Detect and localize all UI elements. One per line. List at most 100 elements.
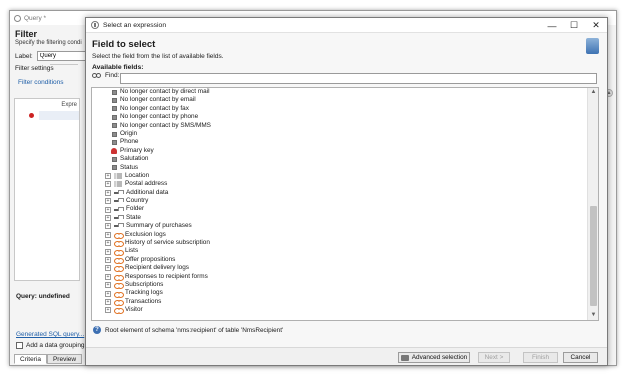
expand-icon[interactable]: + xyxy=(105,257,111,263)
tree-item[interactable]: + Visitor xyxy=(92,306,587,315)
tab-preview[interactable]: Preview xyxy=(46,354,83,364)
tab-criteria[interactable]: Criteria xyxy=(14,354,47,364)
tree-item[interactable]: + Location xyxy=(92,172,587,180)
expand-icon[interactable]: + xyxy=(105,173,111,180)
maximize-icon[interactable]: ☐ xyxy=(563,18,585,33)
tree-item[interactable]: + Tracking logs xyxy=(92,289,587,298)
field-icon xyxy=(112,156,117,162)
tree-item-label: Exclusion logs xyxy=(125,230,166,238)
cancel-button[interactable]: Cancel xyxy=(563,352,598,363)
collection-link-icon xyxy=(114,249,124,256)
field-icon xyxy=(112,165,117,171)
expand-icon[interactable]: + xyxy=(105,307,111,314)
tree-item[interactable]: + Responses to recipient forms xyxy=(92,273,587,281)
tree-item[interactable]: Salutation xyxy=(92,155,587,163)
tree-item[interactable]: + History of service subscription xyxy=(92,239,587,248)
tree-item-label: State xyxy=(126,213,141,221)
expand-icon[interactable]: + xyxy=(105,198,111,205)
next-button[interactable]: Next > xyxy=(478,352,510,363)
tree-item[interactable]: + Offer propositions xyxy=(92,256,587,264)
close-icon[interactable]: ✕ xyxy=(585,18,607,33)
expand-icon[interactable]: + xyxy=(105,265,111,272)
tree-item[interactable]: + Lists xyxy=(92,247,587,256)
dialog-titlebar: Select an expression — ☐ ✕ xyxy=(86,18,607,33)
expand-icon[interactable]: + xyxy=(105,215,111,222)
expand-icon[interactable]: + xyxy=(105,181,111,188)
expand-icon[interactable]: + xyxy=(105,189,111,196)
tree-item[interactable]: + State xyxy=(92,214,587,222)
expand-icon[interactable]: + xyxy=(105,206,111,213)
tree-item-label: No longer contact by SMS/MMS xyxy=(120,121,211,129)
minimize-icon[interactable]: — xyxy=(541,18,563,33)
tree-item[interactable]: + Subscriptions xyxy=(92,280,587,290)
conditions-panel[interactable]: Expre xyxy=(14,98,80,281)
tree-item[interactable]: + Transactions xyxy=(92,298,587,306)
tree-item[interactable]: No longer contact by direct mail xyxy=(92,88,587,96)
schema-status-row: ? Root element of schema 'nms:recipient'… xyxy=(93,326,283,334)
tree-item-label: No longer contact by fax xyxy=(120,104,189,112)
tree-item[interactable]: + Postal address xyxy=(92,180,587,188)
tree-scrollbar[interactable]: ▲ ▼ xyxy=(587,88,598,320)
collection-link-icon xyxy=(114,232,124,239)
tree-item-label: No longer contact by direct mail xyxy=(120,88,210,95)
tree-item[interactable]: No longer contact by fax xyxy=(92,105,587,113)
tree-item[interactable]: Status xyxy=(92,164,587,172)
tree-item[interactable]: Primary key xyxy=(92,147,587,155)
tree-item-label: Location xyxy=(125,171,150,179)
collection-link-icon xyxy=(114,274,124,281)
tree-item[interactable]: No longer contact by phone xyxy=(92,113,587,121)
tree-item-label: Summary of purchases xyxy=(126,222,192,230)
expand-icon[interactable]: + xyxy=(105,298,111,305)
dialog-footer: Advanced selection Next > Finish Cancel xyxy=(86,347,607,365)
tree-item-label: Responses to recipient forms xyxy=(125,272,208,280)
tree-item[interactable]: No longer contact by email xyxy=(92,96,587,104)
tree-item-label: Salutation xyxy=(120,155,149,163)
expand-icon[interactable]: + xyxy=(105,273,111,280)
tree-item[interactable]: + Exclusion logs xyxy=(92,231,587,239)
sql-link-icon xyxy=(114,198,124,204)
dialog-title: Select an expression xyxy=(103,21,167,29)
dialog-header: Field to select Select the field from th… xyxy=(86,33,607,71)
app-icon xyxy=(91,21,99,29)
tree-item[interactable]: + Summary of purchases xyxy=(92,222,587,230)
schema-status-text: Root element of schema 'nms:recipient' o… xyxy=(105,326,284,334)
expand-icon[interactable]: + xyxy=(105,223,111,230)
tree-item[interactable]: No longer contact by SMS/MMS xyxy=(92,122,587,130)
tree-item-label: Subscriptions xyxy=(125,280,164,288)
scroll-up-arrow-icon[interactable]: ▲ xyxy=(588,88,598,97)
generated-sql-link[interactable]: Generated SQL query... xyxy=(16,331,84,338)
tree-item-label: Lists xyxy=(125,247,139,255)
field-icon xyxy=(112,98,117,104)
tree-item[interactable]: + Recipient delivery logs xyxy=(92,264,587,273)
data-grouping-row[interactable]: Add a data grouping c xyxy=(16,342,90,349)
key-icon xyxy=(111,147,117,154)
tree-item-label: Primary key xyxy=(120,146,154,154)
help-icon: ? xyxy=(93,326,101,334)
fields-tree-list: No longer contact by direct mail No longe… xyxy=(92,88,587,315)
tree-item-label: Origin xyxy=(120,129,138,137)
find-input[interactable] xyxy=(120,73,597,84)
data-grouping-checkbox[interactable] xyxy=(16,342,23,349)
scroll-down-arrow-icon[interactable]: ▼ xyxy=(588,311,598,320)
tree-item[interactable]: Origin xyxy=(92,130,587,138)
tree-item[interactable]: + Additional data xyxy=(92,189,587,197)
expression-column-header: Expre xyxy=(61,102,77,108)
expand-icon[interactable]: + xyxy=(105,240,111,247)
expand-icon[interactable]: + xyxy=(105,231,111,238)
finish-button[interactable]: Finish xyxy=(523,352,558,363)
find-row: Find: xyxy=(92,72,119,79)
advanced-selection-button[interactable]: Advanced selection xyxy=(398,352,470,363)
tree-item-label: Transactions xyxy=(125,297,162,305)
expand-icon[interactable]: + xyxy=(105,282,111,289)
sql-link-icon xyxy=(114,189,124,196)
tree-item-label: Folder xyxy=(126,205,145,213)
fields-tree[interactable]: No longer contact by direct mail No longe… xyxy=(91,87,599,321)
tree-item[interactable]: + Country xyxy=(92,197,587,205)
scrollbar-thumb[interactable] xyxy=(590,206,597,306)
expression-cell[interactable] xyxy=(39,111,79,120)
expand-icon[interactable]: + xyxy=(105,248,111,255)
expand-icon[interactable]: + xyxy=(105,290,111,297)
tree-item[interactable]: + Folder xyxy=(92,205,587,213)
tree-item[interactable]: Phone xyxy=(92,138,587,146)
tree-item-label: No longer contact by phone xyxy=(120,113,199,121)
